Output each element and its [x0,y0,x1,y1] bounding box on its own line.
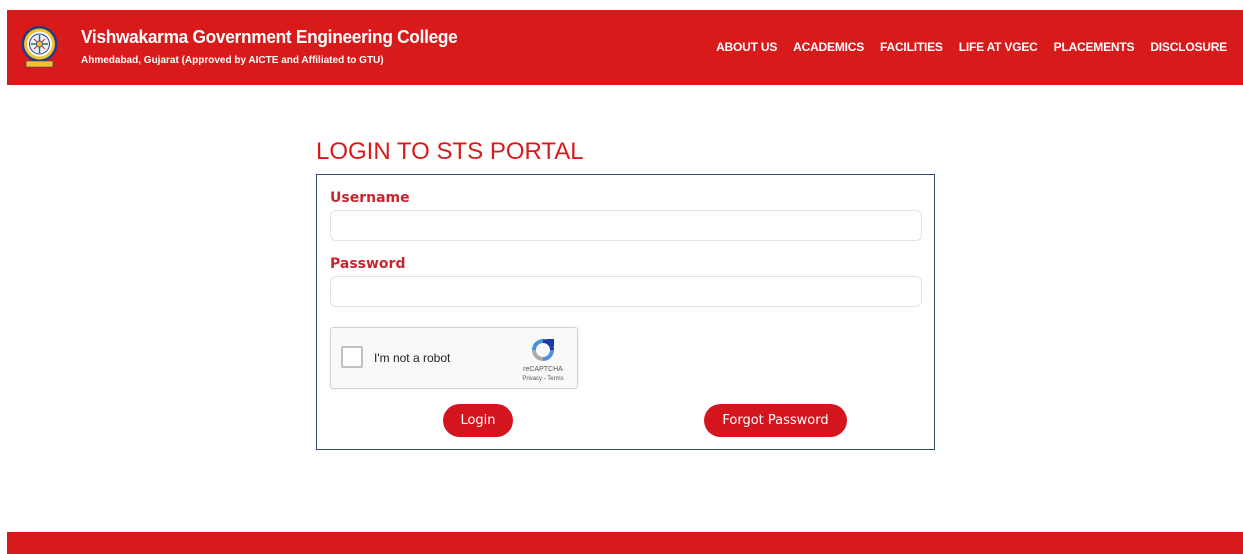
forgot-password-button[interactable]: Forgot Password [704,404,847,437]
login-button[interactable]: Login [443,404,513,437]
nav-disclosure[interactable]: DISCLOSURE [1150,40,1227,54]
username-label: Username [330,190,410,206]
page-title: LOGIN TO STS PORTAL [316,138,584,165]
recaptcha-privacy-terms[interactable]: Privacy - Terms [517,376,569,382]
main-nav: ABOUT US ACADEMICS FACILITIES LIFE AT VG… [716,40,1227,54]
site-footer [7,532,1243,554]
recaptcha-widget: I'm not a robot reCAPTCHA Privacy - Term… [330,327,578,389]
nav-life-at-vgec[interactable]: LIFE AT VGEC [959,40,1038,54]
nav-academics[interactable]: ACADEMICS [793,40,864,54]
college-subtitle: Ahmedabad, Gujarat (Approved by AICTE an… [81,55,384,66]
site-header: Vishwakarma Government Engineering Colle… [7,10,1243,85]
password-label: Password [330,256,406,272]
nav-facilities[interactable]: FACILITIES [880,40,943,54]
nav-about-us[interactable]: ABOUT US [716,40,777,54]
password-input[interactable] [330,276,922,307]
recaptcha-label: I'm not a robot [374,351,451,365]
nav-placements[interactable]: PLACEMENTS [1054,40,1135,54]
username-input[interactable] [330,210,922,241]
college-name[interactable]: Vishwakarma Government Engineering Colle… [81,27,458,48]
recaptcha-checkbox[interactable] [341,346,363,368]
login-form: Username Password I'm not a robot reCAPT… [316,174,935,450]
recaptcha-brand: reCAPTCHA [523,366,563,373]
recaptcha-icon [532,339,554,361]
college-emblem-icon[interactable] [21,23,58,70]
